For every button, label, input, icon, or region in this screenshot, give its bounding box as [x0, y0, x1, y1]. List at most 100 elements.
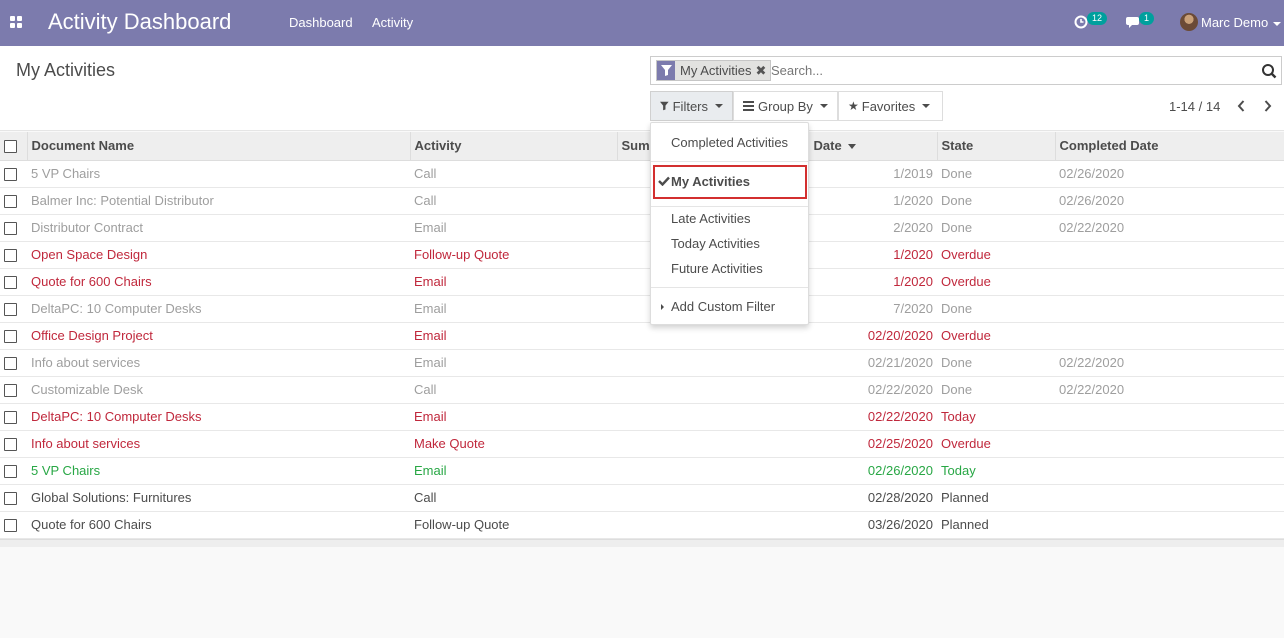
- cell-completed-date: 02/22/2020: [1055, 376, 1284, 404]
- cell-completed-date: [1055, 484, 1284, 512]
- row-checkbox[interactable]: [4, 303, 17, 317]
- table-row[interactable]: 5 VP Chairs Call 1/2019 Done 02/26/2020: [0, 160, 1284, 188]
- search-input[interactable]: [771, 61, 1251, 80]
- cell-completed-date: [1055, 403, 1284, 431]
- row-checkbox-cell[interactable]: [0, 376, 27, 404]
- row-checkbox[interactable]: [4, 276, 17, 290]
- cell-state: Done: [937, 160, 1055, 188]
- dropdown-divider: [651, 161, 808, 162]
- cell-document-name: Quote for 600 Chairs: [27, 511, 410, 539]
- add-custom-filter[interactable]: Add Custom Filter: [651, 295, 808, 319]
- row-checkbox-cell[interactable]: [0, 214, 27, 242]
- cell-completed-date: 02/26/2020: [1055, 160, 1284, 188]
- filter-completed-activities[interactable]: Completed Activities: [651, 131, 808, 155]
- cell-activity: Make Quote: [410, 430, 617, 458]
- sort-desc-icon: [847, 144, 856, 150]
- search-icon[interactable]: [1261, 63, 1277, 79]
- cell-completed-date: [1055, 295, 1284, 323]
- table-header-row: Document Name Activity Sum Date State Co…: [0, 132, 1284, 161]
- row-checkbox-cell[interactable]: [0, 457, 27, 485]
- table-row[interactable]: Global Solutions: Furnitures Call 02/28/20…: [0, 484, 1284, 512]
- table-row[interactable]: Quote for 600 Chairs Email 1/2020 Overdue: [0, 268, 1284, 296]
- cell-state: Overdue: [937, 241, 1055, 269]
- table-row[interactable]: Quote for 600 Chairs Follow-up Quote 03/26…: [0, 511, 1284, 539]
- column-state[interactable]: State: [936, 132, 1055, 161]
- column-activity[interactable]: Activity: [409, 132, 617, 161]
- table-row[interactable]: Customizable Desk Call 02/22/2020 Done 02/22…: [0, 376, 1284, 404]
- chevron-down-icon: [819, 104, 828, 108]
- add-custom-filter-label: Add Custom Filter: [671, 299, 776, 314]
- search-box: My Activities ✖: [650, 56, 1282, 85]
- close-icon[interactable]: ✖: [756, 63, 771, 79]
- pager-previous-button[interactable]: [1231, 96, 1251, 116]
- table-row[interactable]: Distributor Contract Email 2/2020 Done 02/22…: [0, 214, 1284, 242]
- filter-today-activities[interactable]: Today Activities: [651, 232, 808, 256]
- menu-dashboard[interactable]: Dashboard: [289, 15, 353, 30]
- cell-completed-date: [1055, 322, 1284, 350]
- table-row[interactable]: 5 VP Chairs Email 02/26/2020 Today: [0, 457, 1284, 485]
- row-checkbox-cell[interactable]: [0, 322, 27, 350]
- row-checkbox[interactable]: [4, 330, 17, 344]
- cell-activity: Call: [410, 160, 617, 188]
- row-checkbox-cell[interactable]: [0, 160, 27, 188]
- column-document-name[interactable]: Document Name: [26, 132, 410, 161]
- table-row[interactable]: Office Design Project Email 02/20/2020 Over…: [0, 322, 1284, 350]
- row-checkbox[interactable]: [4, 222, 17, 236]
- row-checkbox[interactable]: [4, 411, 17, 425]
- cell-state: Planned: [937, 484, 1055, 512]
- select-all-checkbox-cell[interactable]: [0, 132, 27, 161]
- chevron-down-icon: [715, 104, 723, 108]
- cell-activity: Email: [410, 268, 617, 296]
- column-completed-date[interactable]: Completed Date: [1054, 132, 1284, 161]
- pager-value[interactable]: 1-14 / 14: [1169, 99, 1220, 114]
- group-by-button[interactable]: Group By: [733, 91, 838, 121]
- table-row[interactable]: DeltaPC: 10 Computer Desks Email 7/2020 Don…: [0, 295, 1284, 323]
- cell-completed-date: 02/22/2020: [1055, 214, 1284, 242]
- table-row[interactable]: Info about services Email 02/21/2020 Done 02…: [0, 349, 1284, 377]
- row-checkbox[interactable]: [4, 357, 17, 371]
- filter-future-activities[interactable]: Future Activities: [651, 257, 808, 281]
- row-checkbox-cell[interactable]: [0, 511, 27, 539]
- table-row[interactable]: Open Space Design Follow-up Quote 1/2020 Ov…: [0, 241, 1284, 269]
- row-checkbox[interactable]: [4, 168, 17, 182]
- table-row[interactable]: Balmer Inc: Potential Distributor Call 1/2…: [0, 187, 1284, 215]
- row-checkbox-cell[interactable]: [0, 484, 27, 512]
- cell-activity: Call: [410, 187, 617, 215]
- row-checkbox[interactable]: [4, 492, 17, 506]
- menu-activity[interactable]: Activity: [372, 15, 413, 30]
- row-checkbox-cell[interactable]: [0, 241, 27, 269]
- user-avatar[interactable]: [1180, 13, 1198, 31]
- facet-label: My Activities: [680, 63, 752, 78]
- row-checkbox-cell[interactable]: [0, 268, 27, 296]
- cell-document-name: Office Design Project: [27, 322, 410, 350]
- row-checkbox-cell[interactable]: [0, 403, 27, 431]
- row-checkbox[interactable]: [4, 195, 17, 209]
- cell-date: 03/26/2020: [779, 511, 937, 539]
- filter-icon: [660, 101, 669, 111]
- table-row[interactable]: Info about services Make Quote 02/25/2020 O…: [0, 430, 1284, 458]
- row-checkbox-cell[interactable]: [0, 430, 27, 458]
- cell-summary: [617, 322, 779, 350]
- row-checkbox-cell[interactable]: [0, 295, 27, 323]
- row-checkbox-cell[interactable]: [0, 187, 27, 215]
- select-all-checkbox[interactable]: [4, 140, 17, 154]
- table-row[interactable]: DeltaPC: 10 Computer Desks Email 02/22/202…: [0, 403, 1284, 431]
- cell-date: 02/20/2020: [779, 322, 937, 350]
- pager-next-button[interactable]: [1258, 96, 1278, 116]
- cell-document-name: Distributor Contract: [27, 214, 410, 242]
- row-checkbox[interactable]: [4, 465, 17, 479]
- row-checkbox[interactable]: [4, 438, 17, 452]
- user-menu[interactable]: Marc Demo: [1201, 15, 1282, 30]
- cell-activity: Call: [410, 376, 617, 404]
- chevron-down-icon: [1273, 21, 1282, 26]
- row-checkbox[interactable]: [4, 519, 17, 533]
- apps-menu-icon[interactable]: [10, 16, 23, 29]
- row-checkbox-cell[interactable]: [0, 349, 27, 377]
- filters-button[interactable]: Filters: [650, 91, 733, 121]
- cell-date: 02/22/2020: [779, 403, 937, 431]
- row-checkbox[interactable]: [4, 384, 17, 398]
- favorites-button[interactable]: ★ Favorites: [838, 91, 943, 121]
- filter-late-activities[interactable]: Late Activities: [651, 207, 808, 231]
- filter-my-activities[interactable]: My Activities: [653, 165, 807, 199]
- row-checkbox[interactable]: [4, 249, 17, 263]
